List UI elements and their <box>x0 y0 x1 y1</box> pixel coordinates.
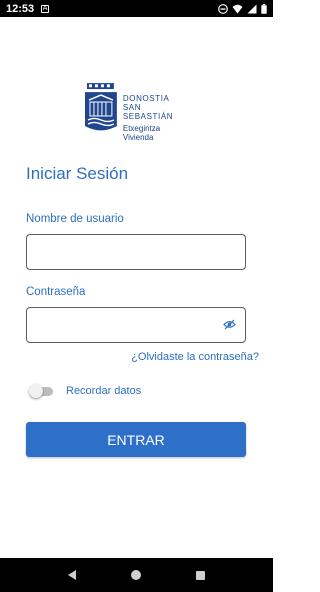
system-navigation-bar <box>0 558 273 592</box>
status-icons <box>218 3 267 14</box>
remember-data-label: Recordar datos <box>66 385 142 397</box>
logo-department-eu: Etxegintza <box>122 124 161 133</box>
password-field[interactable] <box>26 307 246 343</box>
logo-city-name: DONOSTIA <box>122 94 170 103</box>
wifi-icon <box>232 4 243 13</box>
recents-icon[interactable] <box>196 570 206 580</box>
status-time: 12:53 <box>6 2 35 15</box>
login-button[interactable]: ENTRAR <box>26 422 246 457</box>
eye-off-icon[interactable] <box>223 318 236 331</box>
logo-city-name-2: SAN SEBASTIÁN <box>122 103 174 121</box>
back-icon[interactable] <box>67 570 76 580</box>
logo-department-es: Vivienda <box>122 133 154 142</box>
page-title: Iniciar Sesión <box>26 164 129 183</box>
city-crest-icon <box>84 83 117 131</box>
signal-icon <box>247 4 257 13</box>
do-not-disturb-icon <box>218 3 228 14</box>
app-logo: DONOSTIA SAN SEBASTIÁN Etxegintza Vivien… <box>84 82 194 142</box>
remember-data-toggle[interactable] <box>29 384 54 398</box>
notification-a-icon: A <box>41 4 50 13</box>
forgot-password-link[interactable]: ¿Olvidaste la contraseña? <box>131 351 259 363</box>
username-label: Nombre de usuario <box>26 213 124 225</box>
password-label: Contraseña <box>26 286 86 298</box>
home-icon[interactable] <box>130 570 141 580</box>
toggle-thumb <box>29 384 43 398</box>
logo-text: DONOSTIA SAN SEBASTIÁN Etxegintza Vivien… <box>123 94 194 142</box>
username-field[interactable] <box>26 234 246 270</box>
status-bar: 12:53 A <box>0 0 273 17</box>
battery-icon <box>261 3 267 14</box>
